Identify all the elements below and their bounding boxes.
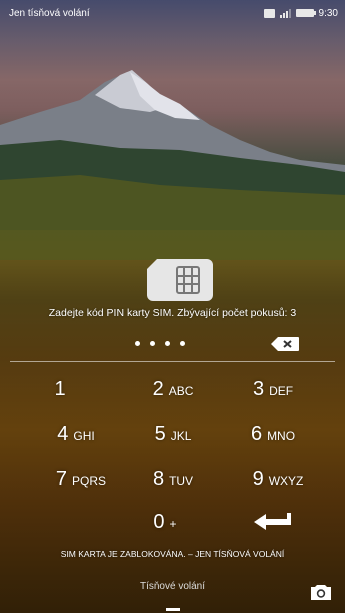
backspace-icon[interactable] — [270, 336, 300, 352]
status-icons: 9:30 — [263, 7, 345, 19]
pin-input-field[interactable] — [130, 335, 190, 351]
key-letters: + — [169, 516, 177, 531]
key-letters: ABC — [168, 383, 194, 398]
key-digit: 6 — [250, 422, 263, 445]
key-3[interactable]: 3 DEF — [225, 368, 321, 410]
sim-blocked-message: SIM KARTA JE ZABLOKOVÁNA. – JEN TÍSŇOVÁ … — [60, 549, 285, 559]
pin-dot — [150, 340, 155, 346]
battery-icon — [295, 9, 316, 17]
enter-button[interactable] — [225, 501, 321, 543]
key-6[interactable]: 6 MNO — [225, 413, 321, 455]
key-digit: 5 — [154, 422, 166, 445]
key-letters: JKL — [170, 428, 192, 443]
key-digit: 9 — [252, 467, 264, 490]
key-2[interactable]: 2 ABC — [125, 368, 221, 410]
key-digit: 3 — [252, 377, 265, 400]
pin-prompt: Zadejte kód PIN karty SIM. Zbývající poč… — [48, 307, 297, 319]
key-digit: 0 — [153, 510, 165, 533]
home-indicator — [166, 608, 180, 611]
sim-card-icon — [147, 259, 213, 301]
key-digit: 1 — [54, 377, 66, 400]
key-digit: 2 — [152, 377, 164, 400]
key-letters: WXYZ — [268, 473, 304, 488]
pin-divider — [10, 361, 335, 362]
clock: 9:30 — [318, 7, 338, 19]
emergency-call-button[interactable]: Tísňové volání — [0, 581, 345, 592]
key-8[interactable]: 8 TUV — [125, 458, 221, 500]
carrier-text: Jen tísňová volání — [9, 7, 90, 19]
lock-screen: Jen tísňová volání 9:30 Zadejte kód PIN … — [0, 0, 345, 613]
pin-dot — [165, 340, 170, 346]
pin-dot — [180, 340, 185, 346]
key-letters: TUV — [169, 473, 194, 488]
status-bar: Jen tísňová volání 9:30 — [0, 0, 345, 26]
key-0[interactable]: 0 + — [117, 501, 213, 543]
key-4[interactable]: 4 GHI — [28, 413, 124, 455]
key-digit: 8 — [152, 467, 165, 490]
pin-dot — [135, 340, 140, 346]
key-digit: 7 — [55, 467, 68, 490]
key-1[interactable]: 1 — [12, 368, 108, 410]
key-5[interactable]: 5 JKL — [125, 413, 221, 455]
camera-icon[interactable] — [310, 583, 332, 601]
key-letters: MNO — [267, 428, 296, 443]
key-letters: PQRS — [72, 473, 107, 488]
key-9[interactable]: 9 WXYZ — [230, 458, 326, 500]
signal-icon — [279, 8, 291, 18]
key-7[interactable]: 7 PQRS — [33, 458, 129, 500]
sim-status-icon — [263, 8, 275, 18]
key-letters: DEF — [269, 383, 294, 398]
key-letters: GHI — [73, 428, 95, 443]
key-digit: 4 — [57, 422, 69, 445]
enter-arrow-icon — [254, 513, 291, 530]
